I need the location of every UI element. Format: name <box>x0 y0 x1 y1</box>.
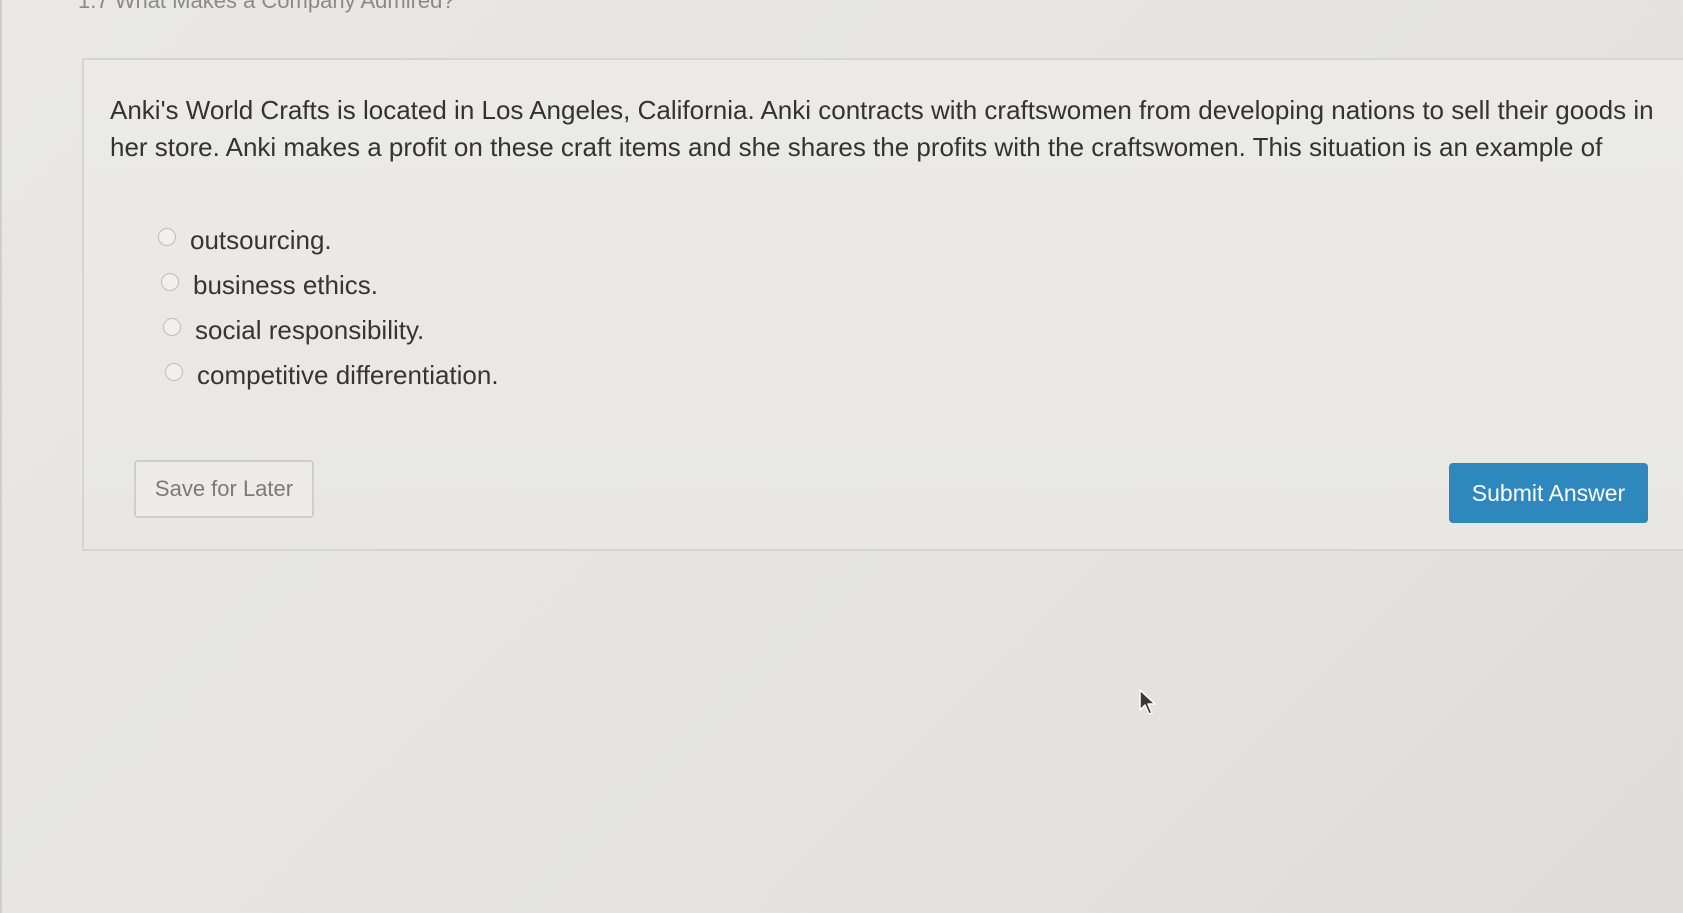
section-title: 1.7 What Makes a Company Admired? <box>78 0 455 13</box>
radio-button[interactable] <box>163 317 181 336</box>
option-label: competitive differentiation. <box>197 360 499 390</box>
option-label: outsourcing. <box>190 225 332 255</box>
save-for-later-button[interactable]: Save for Later <box>134 460 314 518</box>
option-label: business ethics. <box>193 270 378 300</box>
option-label: social responsibility. <box>195 315 425 345</box>
option-competitive-differentiation[interactable]: competitive differentiation. <box>165 353 499 398</box>
window-left-edge <box>0 0 2 913</box>
submit-answer-button[interactable]: Submit Answer <box>1449 463 1648 523</box>
option-business-ethics[interactable]: business ethics. <box>161 263 499 308</box>
mouse-pointer-icon <box>1139 689 1156 715</box>
radio-button[interactable] <box>158 227 176 246</box>
radio-button[interactable] <box>165 362 183 381</box>
option-social-responsibility[interactable]: social responsibility. <box>163 308 499 353</box>
answer-options: outsourcing. business ethics. social res… <box>158 218 499 398</box>
question-text: Anki's World Crafts is located in Los An… <box>110 95 1654 162</box>
radio-button[interactable] <box>161 272 179 291</box>
option-outsourcing[interactable]: outsourcing. <box>158 218 499 263</box>
